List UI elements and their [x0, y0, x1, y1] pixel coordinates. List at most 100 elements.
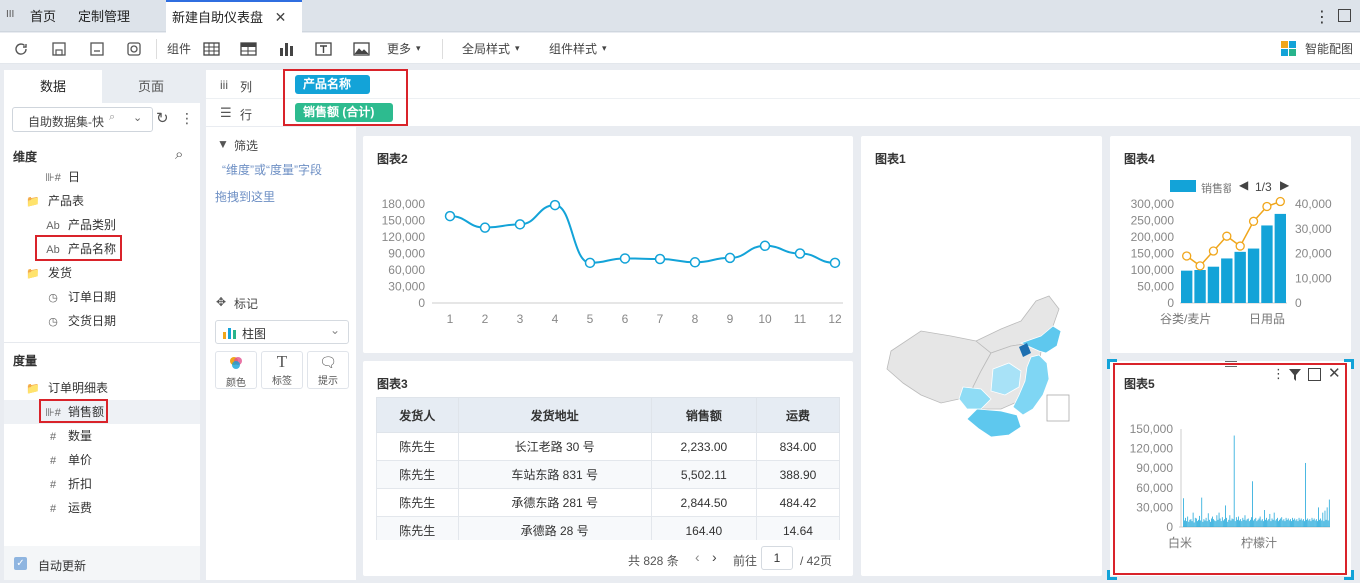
table-row[interactable]: 陈先生 承德东路 281 号 2,844.50 484.42 — [376, 488, 840, 517]
more-menu[interactable]: 更多 ▾ — [387, 33, 421, 64]
legend-next-icon[interactable]: ▶ — [1280, 178, 1289, 192]
global-style-menu[interactable]: 全局样式 ▾ — [462, 33, 520, 64]
shelf: iii 列 ☰ 行 产品名称 销售额 (合计) — [206, 69, 1360, 126]
measure-header: 度量 — [13, 354, 38, 368]
field-item[interactable]: 📁 产品表 — [4, 189, 200, 213]
tab-page[interactable]: 页面 — [102, 70, 200, 103]
tooltip-mark-button[interactable]: 🗨 提示 — [307, 351, 349, 389]
field-item[interactable]: # 数量 — [4, 424, 200, 448]
preview-icon[interactable] — [126, 33, 142, 64]
chart-type-select[interactable]: 柱图 ⌄ — [215, 320, 349, 344]
resize-handle[interactable] — [1344, 570, 1354, 580]
chart2-card[interactable]: 图表2 180,000 150,000 120,000 90,000 60,000 30,… — [363, 136, 853, 353]
smart-chart-button[interactable]: 智能配图 — [1281, 33, 1353, 64]
dataset-select[interactable]: 自助数据集-快 ⌕ ⌄ — [12, 107, 153, 132]
prev-page-icon[interactable]: ‹ — [695, 549, 700, 565]
resize-handle[interactable] — [1344, 359, 1354, 369]
component-label: 组件 — [167, 42, 192, 56]
chart1-title: 图表1 — [875, 152, 906, 166]
resize-handle[interactable] — [1107, 359, 1117, 369]
chart3-card[interactable]: 图表3 发货人 发货地址 销售额 运费 陈先生 长江老路 30 号 2,233.00 834… — [363, 361, 853, 576]
config-panel: ▼ 筛选 “维度”或“度量”字段 拖拽到这里 ✥ 标记 柱图 ⌄ 颜色 T 标签… — [206, 127, 356, 580]
series-line — [449, 204, 836, 264]
field-item[interactable]: Ab 产品类别 — [4, 213, 200, 237]
tab-custom[interactable]: 定制管理 — [72, 0, 136, 32]
chevron-down-icon: ⌄ — [330, 323, 341, 337]
y-tick-label: 30,000 — [388, 280, 425, 294]
resize-handle[interactable] — [1107, 570, 1117, 580]
more-vertical-icon[interactable]: ⋮ — [180, 110, 194, 127]
table-cell: 陈先生 — [376, 432, 459, 461]
tab-bar: III 首页 定制管理 新建自助仪表盘 ✕ ⋮ — [0, 0, 1360, 33]
field-label: 日 — [68, 170, 81, 184]
filter-hint2: 拖拽到这里 — [215, 190, 276, 204]
column-header[interactable]: 发货地址 — [457, 397, 652, 433]
table-cell: 2,233.00 — [650, 432, 757, 461]
menu-icon[interactable]: III — [6, 9, 14, 20]
refresh-icon[interactable] — [13, 33, 29, 64]
chart4-card[interactable]: 图表4 300,000 250,000 200,000 150,000 100,000 5… — [1110, 136, 1351, 353]
image-icon[interactable] — [353, 33, 370, 64]
table-cell: 承德东路 281 号 — [457, 488, 652, 517]
data-point — [619, 253, 631, 264]
chart2-line-chart: 180,000 150,000 120,000 90,000 60,000 30,000 0… — [382, 197, 843, 326]
field-item[interactable]: 📁 发货 — [4, 261, 200, 285]
data-point — [444, 210, 456, 222]
table-row[interactable]: 陈先生 承德路 28 号 164.40 14.64 — [376, 516, 840, 540]
crosstab-icon[interactable] — [240, 33, 257, 64]
search-icon[interactable]: ⌕ — [175, 146, 183, 163]
x-tick-label: 7 — [657, 312, 664, 326]
field-item[interactable]: 📁 订单明细表 — [4, 376, 200, 400]
drag-handle-icon[interactable] — [1225, 361, 1237, 367]
checkbox-checked-icon[interactable]: ✓ — [14, 557, 27, 570]
field-item[interactable]: # 单价 — [4, 448, 200, 472]
field-label: 数量 — [68, 429, 93, 443]
maximize-icon[interactable] — [1338, 9, 1351, 22]
more-vertical-icon[interactable]: ⋮ — [1314, 7, 1330, 27]
column-header[interactable]: 运费 — [755, 397, 840, 433]
table-row[interactable]: 陈先生 长江老路 30 号 2,233.00 834.00 — [376, 432, 840, 461]
field-item[interactable]: ⊪# 日 — [4, 165, 200, 189]
marks-icon: ✥ — [216, 295, 227, 309]
save-icon[interactable] — [51, 33, 67, 64]
table-icon[interactable] — [203, 33, 220, 64]
column-header[interactable]: 销售额 — [650, 397, 757, 433]
data-point — [584, 257, 596, 269]
divider — [4, 342, 200, 343]
bar-chart-icon[interactable] — [278, 33, 294, 64]
component-style-menu[interactable]: 组件样式 ▾ — [549, 33, 607, 64]
legend-prev-icon[interactable]: ◀ — [1239, 178, 1248, 192]
chart1-card[interactable]: 图表1 — [861, 136, 1102, 576]
field-item[interactable]: # 折扣 — [4, 472, 200, 496]
table-cell: 834.00 — [755, 432, 840, 461]
y2-tick-label: 40,000 — [1295, 197, 1332, 211]
columns-icon: iii — [220, 78, 228, 92]
text-icon[interactable] — [315, 33, 332, 64]
tab-dashboard[interactable]: 新建自助仪表盘 ✕ — [166, 0, 302, 33]
y2-tick-label: 10,000 — [1295, 271, 1332, 285]
field-item[interactable]: # 运费 — [4, 496, 200, 520]
field-item[interactable]: ◷ 订单日期 — [4, 285, 200, 309]
column-header[interactable]: 发货人 — [376, 397, 459, 433]
save-as-icon[interactable] — [89, 33, 105, 64]
date-icon: ◷ — [48, 316, 58, 328]
color-mark-button[interactable]: 颜色 — [215, 351, 257, 389]
table-cell: 484.42 — [755, 488, 840, 517]
close-icon[interactable]: ✕ — [275, 9, 287, 25]
data-table: 发货人 发货地址 销售额 运费 陈先生 长江老路 30 号 2,233.00 834.00 陈… — [376, 397, 840, 540]
refresh-icon[interactable]: ↻ — [156, 109, 169, 127]
table-cell: 陈先生 — [376, 516, 459, 540]
table-row[interactable]: 陈先生 车站东路 831 号 5,502.11 388.90 — [376, 460, 840, 489]
bar — [1207, 266, 1220, 303]
tab-data[interactable]: 数据 — [4, 70, 102, 103]
highlight-box — [39, 399, 108, 423]
label-mark-button[interactable]: T 标签 — [261, 351, 303, 389]
table-cell: 2,844.50 — [650, 488, 757, 517]
data-point — [1248, 216, 1259, 226]
next-page-icon[interactable]: › — [712, 549, 717, 565]
toolbar-divider — [442, 39, 443, 59]
folder-icon: 📁 — [26, 268, 40, 280]
tab-home[interactable]: 首页 — [24, 0, 62, 32]
page-input[interactable]: 1 — [761, 546, 793, 570]
field-item[interactable]: ◷ 交货日期 — [4, 309, 200, 333]
